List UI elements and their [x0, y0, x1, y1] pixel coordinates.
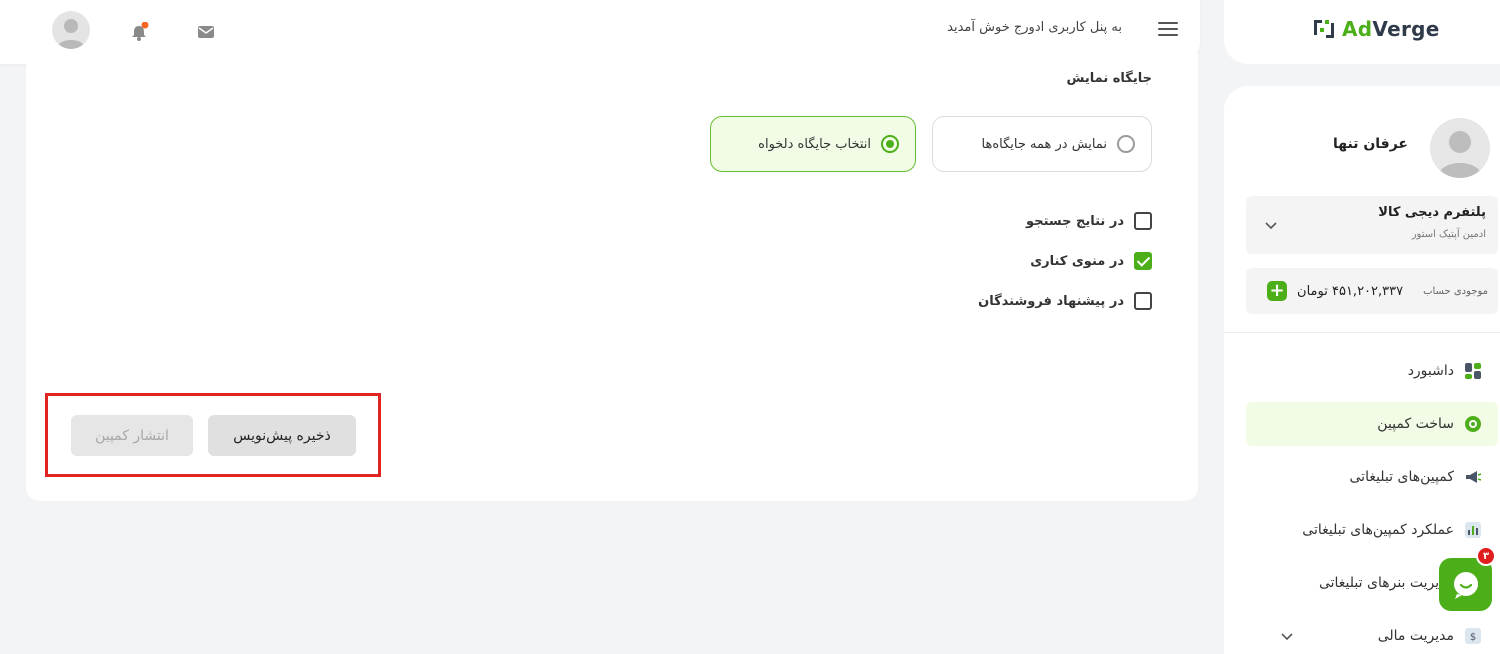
adverge-logo-icon — [1314, 20, 1334, 38]
sidebar-item-ad-campaigns[interactable]: کمپین‌های تبلیغاتی — [1246, 455, 1498, 499]
megaphone-icon — [1466, 471, 1482, 483]
chat-unread-badge: ۳ — [1476, 546, 1496, 566]
user-name: عرفان تنها — [1333, 136, 1408, 152]
platform-selector[interactable]: پلتفرم دیجی کالا ادمین آپتیک استور — [1246, 196, 1498, 254]
checkbox-search-results[interactable]: در نتایج جستجو — [1026, 212, 1152, 230]
balance-label: موجودی حساب — [1423, 285, 1488, 297]
checkbox-empty-icon[interactable] — [1134, 292, 1152, 310]
checkbox-label: در منوی کناری — [1030, 253, 1124, 269]
checkbox-seller-suggestions[interactable]: در پیشنهاد فروشندگان — [978, 292, 1152, 310]
sidebar-item-create-campaign[interactable]: ساخت کمپین — [1246, 402, 1498, 446]
campaign-form-card: جایگاه نمایش نمایش در همه جایگاه‌ها انتخ… — [26, 54, 1198, 501]
checkbox-checked-icon[interactable] — [1134, 252, 1152, 270]
header-avatar[interactable] — [52, 11, 90, 49]
chevron-down-icon[interactable] — [1280, 629, 1294, 643]
sidebar-divider — [1224, 332, 1500, 333]
adverge-logo[interactable]: AdVerge — [1312, 17, 1440, 41]
sidebar-item-label: مدیریت مالی — [1377, 628, 1454, 644]
sidebar-item-label: عملکرد کمپین‌های تبلیغاتی — [1302, 522, 1454, 538]
account-balance: موجودی حساب ۴۵۱,۲۰۲,۳۳۷ تومان + — [1246, 268, 1498, 314]
hamburger-menu-icon[interactable] — [1158, 22, 1178, 38]
chat-bubble-icon — [1453, 571, 1478, 599]
section-title: جایگاه نمایش — [1066, 71, 1152, 86]
checkbox-label: در نتایج جستجو — [1026, 213, 1124, 229]
radio-unselected-icon — [1117, 135, 1135, 153]
sidebar-item-label: کمپین‌های تبلیغاتی — [1349, 469, 1455, 485]
save-draft-button[interactable]: ذخیره پیش‌نویس — [208, 415, 356, 456]
publish-campaign-button[interactable]: انتشار کمپین — [71, 415, 193, 456]
sidebar-item-label: ساخت کمپین — [1377, 416, 1454, 432]
platform-role: ادمین آپتیک استور — [1411, 229, 1486, 240]
sidebar-avatar[interactable] — [1430, 118, 1490, 178]
create-campaign-icon — [1465, 416, 1481, 432]
sidebar-item-finance[interactable]: $ مدیریت مالی — [1246, 614, 1498, 654]
chart-icon — [1465, 522, 1481, 538]
dashboard-icon — [1465, 363, 1481, 379]
user-avatar-icon — [57, 19, 85, 49]
chevron-down-icon — [1265, 222, 1277, 230]
logo-text: AdVerge — [1342, 17, 1440, 41]
checkbox-side-menu[interactable]: در منوی کناری — [1030, 252, 1152, 270]
radio-selected-icon — [881, 135, 899, 153]
notification-bell-icon[interactable] — [131, 21, 149, 41]
platform-name: پلتفرم دیجی کالا — [1378, 205, 1486, 220]
radio-show-all-placements[interactable]: نمایش در همه جایگاه‌ها — [932, 116, 1152, 172]
svg-text:$: $ — [1470, 632, 1476, 643]
checkbox-label: در پیشنهاد فروشندگان — [978, 293, 1124, 309]
sidebar-item-label: داشبورد — [1407, 363, 1454, 379]
checkbox-empty-icon[interactable] — [1134, 212, 1152, 230]
mail-icon[interactable] — [198, 24, 214, 38]
sidebar-item-campaign-performance[interactable]: عملکرد کمپین‌های تبلیغاتی — [1246, 508, 1498, 552]
radio-label: انتخاب جایگاه دلخواه — [758, 136, 871, 152]
finance-icon: $ — [1465, 628, 1481, 644]
sidebar-item-label: مدیریت بنرهای تبلیغاتی — [1318, 575, 1454, 591]
user-avatar-icon — [1438, 131, 1482, 178]
radio-label: نمایش در همه جایگاه‌ها — [981, 136, 1107, 152]
welcome-text: به پنل کاربری ادورج خوش آمدید — [947, 20, 1122, 35]
add-balance-button[interactable]: + — [1267, 281, 1288, 301]
balance-amount: ۴۵۱,۲۰۲,۳۳۷ تومان — [1297, 283, 1404, 299]
radio-custom-placement[interactable]: انتخاب جایگاه دلخواه — [710, 116, 916, 172]
sidebar-item-dashboard[interactable]: داشبورد — [1246, 349, 1498, 393]
